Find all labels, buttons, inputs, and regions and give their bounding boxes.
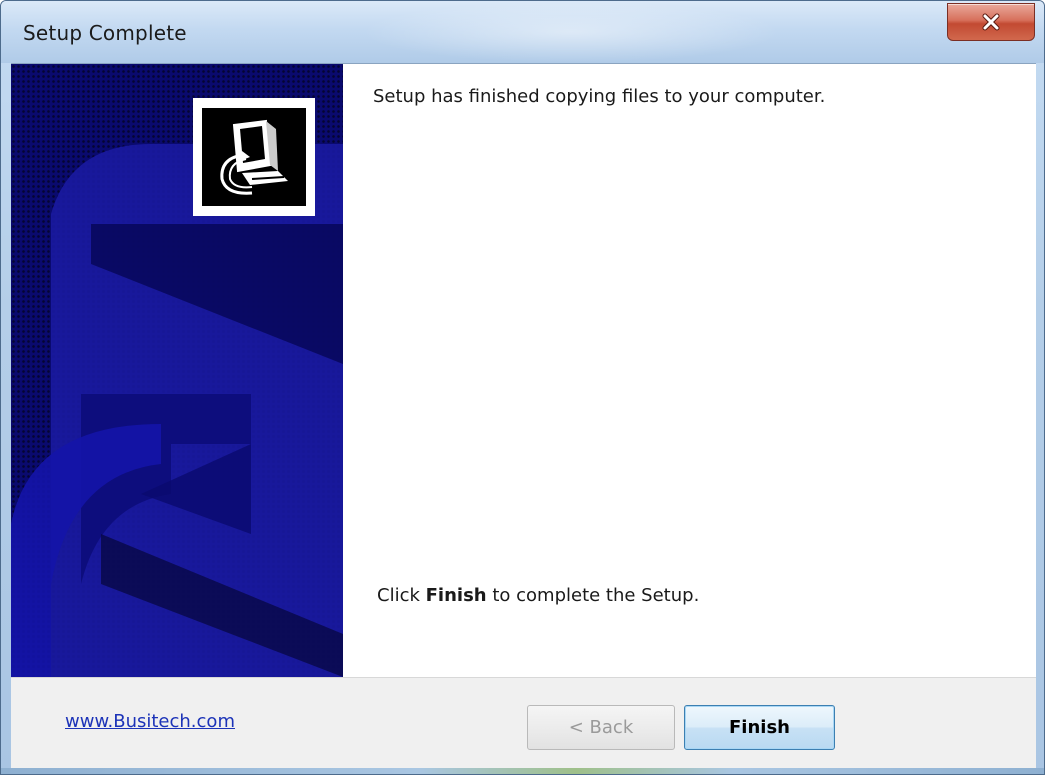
hint-finish-word: Finish bbox=[425, 585, 487, 606]
website-link[interactable]: www.Busitech.com bbox=[65, 711, 235, 732]
back-button[interactable]: < Back bbox=[527, 705, 675, 750]
window-bottom-border bbox=[1, 768, 1044, 774]
side-banner bbox=[11, 64, 343, 677]
title-bar[interactable]: Setup Complete bbox=[1, 1, 1044, 63]
computer-install-icon bbox=[220, 119, 288, 195]
window-title: Setup Complete bbox=[23, 21, 187, 45]
hint-suffix: to complete the Setup. bbox=[486, 585, 700, 606]
hint-prefix: Click bbox=[377, 585, 426, 606]
dialog-body: Setup has finished copying files to your… bbox=[11, 63, 1036, 677]
finish-button[interactable]: Finish bbox=[684, 705, 835, 750]
button-bar: www.Busitech.com < Back Finish bbox=[11, 677, 1036, 769]
finish-hint: Click Finish to complete the Setup. bbox=[377, 585, 699, 606]
setup-logo-frame bbox=[193, 98, 315, 216]
close-icon bbox=[982, 13, 1000, 31]
close-button[interactable] bbox=[947, 3, 1035, 41]
setup-window: Setup Complete Setup has finished copyin… bbox=[0, 0, 1045, 775]
completion-message: Setup has finished copying files to your… bbox=[373, 86, 826, 107]
